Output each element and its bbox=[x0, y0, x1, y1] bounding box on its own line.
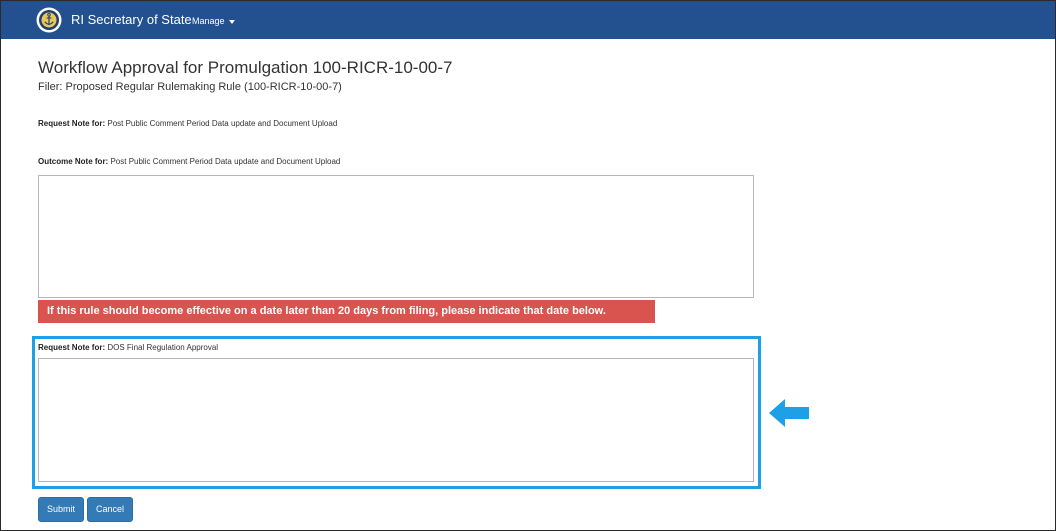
request-note-heading: Request Note for: bbox=[38, 119, 106, 128]
request-note-approval-label: Request Note for: DOS Final Regulation A… bbox=[38, 343, 218, 352]
manage-label: Manage bbox=[192, 16, 225, 26]
filer-subtitle: Filer: Proposed Regular Rulemaking Rule … bbox=[38, 81, 342, 93]
outcome-note-value: Post Public Comment Period Data update a… bbox=[110, 157, 341, 166]
page-title: Workflow Approval for Promulgation 100-R… bbox=[38, 58, 453, 77]
brand-title[interactable]: RI Secretary of State bbox=[71, 12, 192, 27]
seal-anchor-icon[interactable] bbox=[36, 7, 62, 33]
outcome-note-label: Outcome Note for: Post Public Comment Pe… bbox=[38, 157, 340, 166]
outcome-note-textarea[interactable] bbox=[38, 175, 754, 298]
arrow-left-icon bbox=[769, 399, 809, 427]
outcome-note-heading: Outcome Note for: bbox=[38, 157, 109, 166]
manage-menu[interactable]: Manage bbox=[192, 16, 235, 26]
submit-button[interactable]: Submit bbox=[38, 497, 84, 522]
request-note-label: Request Note for: Post Public Comment Pe… bbox=[38, 119, 337, 128]
request-note-textarea[interactable] bbox=[38, 358, 754, 482]
request-note-approval-heading: Request Note for: bbox=[38, 343, 106, 352]
effective-date-alert: If this rule should become effective on … bbox=[38, 300, 655, 323]
cancel-button[interactable]: Cancel bbox=[87, 497, 133, 522]
caret-down-icon bbox=[228, 19, 235, 24]
request-note-value: Post Public Comment Period Data update a… bbox=[107, 119, 338, 128]
request-note-approval-value: DOS Final Regulation Approval bbox=[107, 343, 219, 352]
top-navbar: RI Secretary of State Manage bbox=[1, 1, 1055, 39]
